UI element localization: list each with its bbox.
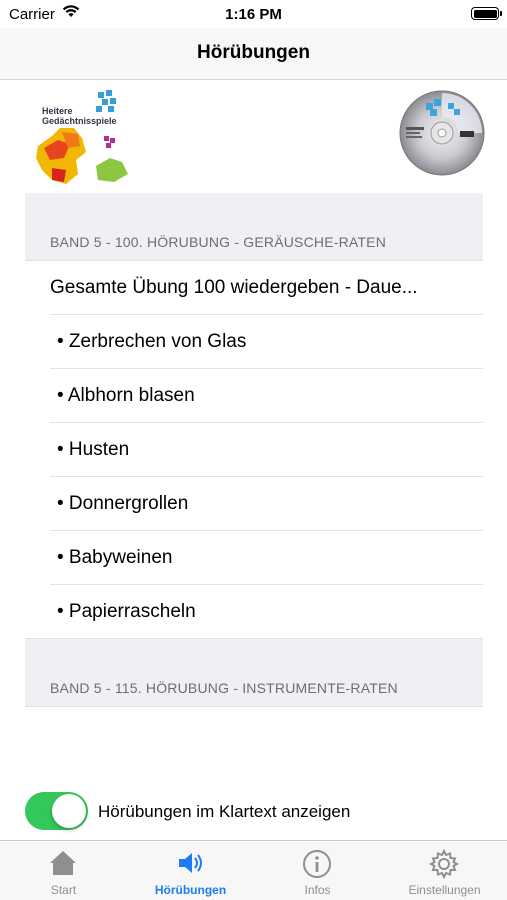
tab-hoeruebungen[interactable]: Hörübungen: [127, 841, 254, 900]
app-logo: Heitere Gedächtnisspiele: [34, 88, 134, 188]
status-bar: Carrier 1:16 PM: [0, 0, 507, 28]
info-icon: [303, 850, 331, 878]
cd-icon: [399, 90, 485, 176]
logo-text: Heitere Gedächtnisspiele: [42, 106, 117, 126]
puzzle-logo-icon: [36, 90, 128, 184]
tab-start[interactable]: Start: [0, 841, 127, 900]
list-item[interactable]: • Zerbrechen von Glas: [25, 315, 483, 369]
plaintext-toggle-row: Hörübungen im Klartext anzeigen: [25, 790, 483, 834]
navigation-bar: Hörübungen: [0, 28, 507, 80]
tab-bar: Start Hörübungen Infos Einstellungen: [0, 840, 507, 900]
play-all-label: Gesamte Übung 100 wiedergeben - Daue...: [50, 277, 418, 298]
cd-image: [398, 89, 486, 177]
section-header: BAND 5 - 100. HÖRUBUNG - GERÄUSCHE-RATEN: [25, 193, 483, 261]
exercise-list: BAND 5 - 100. HÖRUBUNG - GERÄUSCHE-RATEN…: [25, 193, 483, 707]
list-item[interactable]: • Papierrascheln: [25, 585, 483, 639]
toggle-label: Hörübungen im Klartext anzeigen: [98, 802, 351, 821]
list-item[interactable]: • Albhorn blasen: [25, 369, 483, 423]
battery-icon: [471, 7, 502, 20]
toggle-knob: [52, 794, 86, 828]
list-item[interactable]: • Donnergrollen: [25, 477, 483, 531]
house-icon: [50, 851, 76, 875]
gear-icon: [429, 849, 459, 879]
plaintext-toggle-switch[interactable]: [25, 792, 88, 830]
tab-einstellungen[interactable]: Einstellungen: [381, 841, 507, 900]
page-title: Hörübungen: [197, 42, 310, 63]
list-item[interactable]: • Babyweinen: [25, 531, 483, 585]
speaker-icon: [179, 853, 202, 873]
section-header: BAND 5 - 115. HÖRUBUNG - INSTRUMENTE-RAT…: [25, 639, 483, 707]
play-all-row[interactable]: Gesamte Übung 100 wiedergeben - Daue...: [25, 261, 483, 315]
list-item[interactable]: • Husten: [25, 423, 483, 477]
tab-infos[interactable]: Infos: [254, 841, 381, 900]
clock: 1:16 PM: [225, 6, 282, 23]
